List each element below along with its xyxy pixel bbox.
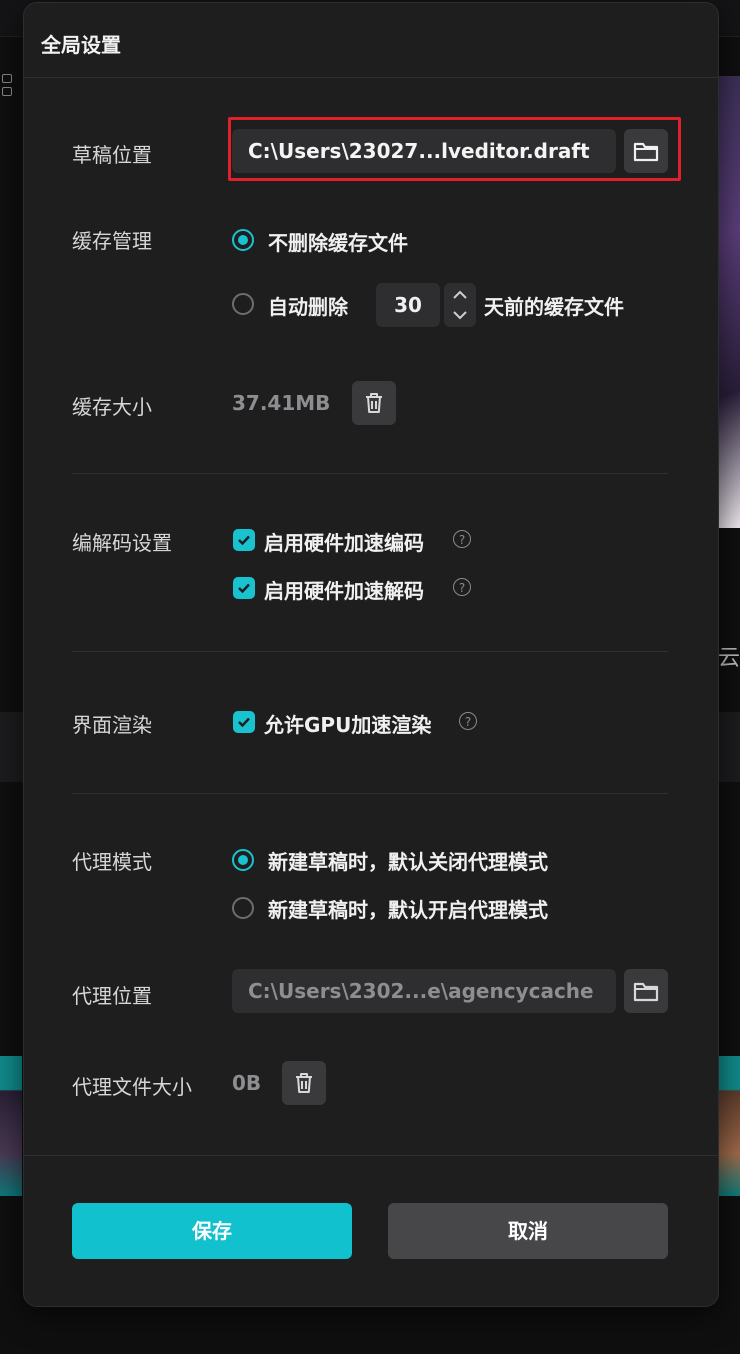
cache-days-input[interactable]: 30 xyxy=(376,283,440,327)
cancel-button[interactable]: 取消 xyxy=(388,1203,668,1259)
proxy-off-radio[interactable] xyxy=(232,849,254,871)
section-divider xyxy=(72,651,668,652)
cache-keep-radio[interactable] xyxy=(232,229,254,251)
save-button[interactable]: 保存 xyxy=(72,1203,352,1259)
proxy-on-label[interactable]: 新建草稿时，默认开启代理模式 xyxy=(268,894,548,923)
draft-location-label: 草稿位置 xyxy=(72,143,152,167)
codec-label: 编解码设置 xyxy=(72,531,172,555)
cache-days-stepper[interactable] xyxy=(444,283,476,327)
trash-icon xyxy=(366,393,382,413)
chevron-up-icon[interactable] xyxy=(444,283,476,305)
cache-auto-delete-radio[interactable] xyxy=(232,293,254,315)
help-icon[interactable]: ? xyxy=(453,530,471,548)
background-clip-left xyxy=(0,1056,22,1196)
hw-encode-label[interactable]: 启用硬件加速编码 xyxy=(264,527,424,556)
cache-size-value: 37.41MB xyxy=(232,391,331,415)
render-label: 界面渲染 xyxy=(72,713,152,737)
proxy-size-label: 代理文件大小 xyxy=(72,1075,192,1099)
highlight-box xyxy=(228,117,681,181)
checkmark-icon xyxy=(238,535,250,546)
hw-decode-label[interactable]: 启用硬件加速解码 xyxy=(264,575,424,604)
proxy-location-path[interactable]: C:\Users\2302...e\agencycache xyxy=(232,969,616,1013)
background-preview-image xyxy=(718,76,740,528)
background-side-icons xyxy=(2,74,12,100)
proxy-off-label[interactable]: 新建草稿时，默认关闭代理模式 xyxy=(268,846,548,875)
help-icon[interactable]: ? xyxy=(459,712,477,730)
gpu-render-checkbox[interactable] xyxy=(233,711,255,733)
clear-cache-button[interactable] xyxy=(352,381,396,425)
proxy-mode-label: 代理模式 xyxy=(72,850,152,874)
dialog-title: 全局设置 xyxy=(41,33,121,57)
hw-encode-checkbox[interactable] xyxy=(233,529,255,551)
cache-keep-label[interactable]: 不删除缓存文件 xyxy=(268,227,408,256)
cache-management-label: 缓存管理 xyxy=(72,229,152,253)
proxy-size-value: 0B xyxy=(232,1071,262,1095)
footer-divider xyxy=(24,1155,718,1156)
clear-proxy-button[interactable] xyxy=(282,1061,326,1105)
trash-icon xyxy=(296,1073,312,1093)
proxy-location-label: 代理位置 xyxy=(72,984,152,1008)
checkmark-icon xyxy=(238,583,250,594)
background-clip-right xyxy=(718,1056,740,1196)
background-text: 云 xyxy=(718,646,740,671)
checkmark-icon xyxy=(238,717,250,728)
gpu-render-label[interactable]: 允许GPU加速渲染 xyxy=(264,709,431,738)
cache-days-suffix: 天前的缓存文件 xyxy=(484,295,624,319)
section-divider xyxy=(72,793,668,794)
cache-size-label: 缓存大小 xyxy=(72,395,152,419)
title-divider xyxy=(24,77,718,78)
proxy-location-browse-button[interactable] xyxy=(624,969,668,1013)
folder-icon xyxy=(633,982,659,1002)
hw-decode-checkbox[interactable] xyxy=(233,577,255,599)
section-divider xyxy=(72,473,668,474)
global-settings-dialog: 全局设置 草稿位置 C:\Users\23027...lveditor.draf… xyxy=(23,2,719,1307)
cache-auto-delete-label[interactable]: 自动删除 xyxy=(268,291,348,320)
proxy-on-radio[interactable] xyxy=(232,897,254,919)
help-icon[interactable]: ? xyxy=(453,578,471,596)
chevron-down-icon[interactable] xyxy=(444,305,476,327)
